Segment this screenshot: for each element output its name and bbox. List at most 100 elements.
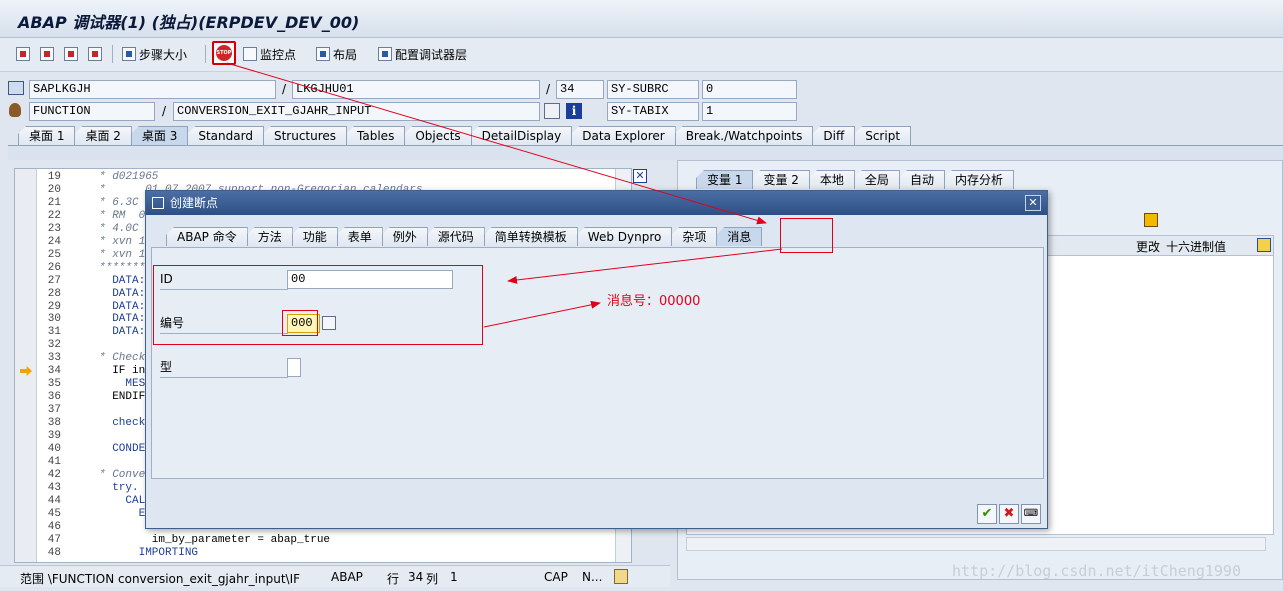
- main-tab-0[interactable]: 桌面 1: [18, 126, 76, 145]
- main-tab-3[interactable]: Standard: [187, 126, 264, 145]
- line-number: 25: [47, 248, 61, 261]
- code-line: * RM 04: [99, 209, 152, 222]
- code-line: * xvn 12: [99, 248, 152, 261]
- function-icon: [9, 103, 21, 117]
- confirm-button[interactable]: ✔: [977, 504, 997, 524]
- keyboard-icon[interactable]: ⌨: [1021, 504, 1041, 524]
- line-number: 19: [47, 171, 61, 183]
- main-tab-1[interactable]: 桌面 2: [74, 126, 132, 145]
- info-icon[interactable]: i: [566, 103, 582, 119]
- line-number: 23: [47, 222, 61, 235]
- line-field[interactable]: 34: [556, 80, 604, 99]
- main-tab-6[interactable]: Objects: [404, 126, 472, 145]
- line-number: 48: [47, 546, 61, 559]
- sy-tabix-label: SY-TABIX: [607, 102, 699, 121]
- caps-indicator: CAP: [544, 570, 568, 584]
- main-tab-2[interactable]: 桌面 3: [130, 126, 189, 145]
- variables-tab-4[interactable]: 自动: [898, 170, 945, 189]
- sy-tabix-value[interactable]: 1: [702, 102, 797, 121]
- column-hex-header[interactable]: 十六进制值: [1166, 238, 1226, 255]
- variables-tab-1[interactable]: 变量 2: [752, 170, 810, 189]
- close-editor-icon[interactable]: ✕: [633, 169, 647, 183]
- event-field[interactable]: CONVERSION_EXIT_GJAHR_INPUT: [173, 102, 540, 121]
- code-line: DATA:: [99, 287, 152, 300]
- code-line: * xvn 13: [99, 235, 152, 248]
- watchpoint-button[interactable]: 监控点: [243, 44, 296, 64]
- variables-tab-0[interactable]: 变量 1: [696, 170, 754, 189]
- horizontal-scrollbar[interactable]: [686, 537, 1266, 551]
- main-tab-11[interactable]: Script: [854, 126, 912, 145]
- create-breakpoint-dialog: 创建断点 ✕ ABAP 命令 方法 功能 表单 例外 源代码 简单转换模板 Web Dynpr…: [145, 190, 1048, 529]
- step-return-button[interactable]: [64, 44, 78, 64]
- main-tab-10[interactable]: Diff: [812, 126, 856, 145]
- line-number: 28: [47, 287, 61, 300]
- sy-subrc-value[interactable]: 0: [702, 80, 797, 99]
- scope-text: 范围 \FUNCTION conversion_exit_gjahr_input…: [20, 572, 301, 586]
- step-into-button[interactable]: [16, 44, 30, 64]
- toolbar-separator: [112, 45, 113, 63]
- program-field[interactable]: SAPLKGJH: [29, 80, 276, 99]
- breakpoint-tab-5[interactable]: 源代码: [426, 227, 485, 246]
- line-number: 32: [47, 339, 61, 352]
- breakpoint-tab-3[interactable]: 表单: [336, 227, 383, 246]
- breakpoint-tab-7[interactable]: Web Dynpro: [576, 227, 673, 246]
- config-layer-label: 配置调试器层: [395, 47, 468, 62]
- save-icon[interactable]: [1144, 213, 1158, 227]
- main-tab-4[interactable]: Structures: [262, 126, 348, 145]
- code-line: * 6.3C: [99, 196, 139, 209]
- step-into-icon: [16, 47, 30, 61]
- column-config-icon[interactable]: [1257, 238, 1271, 252]
- stop-icon: STOP: [216, 45, 232, 61]
- line-number: 33: [47, 352, 61, 365]
- line-number: 37: [47, 404, 61, 417]
- variables-tab-3[interactable]: 全局: [853, 170, 900, 189]
- dialog-close-button[interactable]: ✕: [1025, 195, 1041, 211]
- line-number: 44: [47, 494, 61, 507]
- display-source-icon[interactable]: [544, 103, 560, 119]
- type-input[interactable]: [287, 358, 301, 377]
- continue-button[interactable]: [88, 44, 102, 64]
- document-icon: [243, 47, 257, 61]
- watermark: http://blog.csdn.net/itCheng1990: [952, 562, 1241, 580]
- notes-icon[interactable]: [614, 569, 628, 584]
- code-line: DATA:: [99, 300, 152, 313]
- sy-subrc-label: SY-SUBRC: [607, 80, 699, 99]
- column-label: 列: [426, 572, 439, 586]
- breakpoint-tab-4[interactable]: 例外: [381, 227, 428, 246]
- config-layer-button[interactable]: 配置调试器层: [378, 44, 467, 64]
- layout-button[interactable]: 布局: [316, 44, 357, 64]
- step-over-button[interactable]: [40, 44, 54, 64]
- step-size-button[interactable]: 步骤大小: [122, 44, 187, 64]
- breakpoint-tab-0[interactable]: ABAP 命令: [166, 227, 248, 246]
- line-label: 行: [387, 572, 400, 586]
- breakpoint-tab-6[interactable]: 简单转换模板: [483, 227, 578, 246]
- main-tab-5[interactable]: Tables: [346, 126, 406, 145]
- main-tab-7[interactable]: DetailDisplay: [470, 126, 573, 145]
- include-field[interactable]: LKGJHU01: [292, 80, 540, 99]
- code-line: ENDIF.: [99, 391, 152, 404]
- slash-separator: /: [282, 82, 287, 96]
- line-number: 38: [47, 417, 61, 430]
- step-over-icon: [40, 47, 54, 61]
- line-number: 24: [47, 235, 61, 248]
- variables-tab-5[interactable]: 内存分析: [943, 170, 1014, 189]
- breakpoint-tab-9[interactable]: 消息: [716, 227, 763, 246]
- type-field[interactable]: FUNCTION: [29, 102, 155, 121]
- step-return-icon: [64, 47, 78, 61]
- breakpoint-tab-8[interactable]: 杂项: [671, 227, 718, 246]
- program-icon: [8, 81, 24, 95]
- tabstrip-baseline: [8, 145, 1283, 160]
- code-line: check: [99, 417, 152, 430]
- breakpoint-tab-1[interactable]: 方法: [246, 227, 293, 246]
- breakpoint-tab-2[interactable]: 功能: [291, 227, 338, 246]
- column-number: 1: [450, 570, 458, 584]
- main-tab-8[interactable]: Data Explorer: [571, 126, 676, 145]
- create-breakpoint-button[interactable]: STOP: [212, 41, 236, 65]
- code-line: IF inp: [99, 365, 152, 378]
- main-tab-9[interactable]: Break./Watchpoints: [674, 126, 814, 145]
- cancel-button[interactable]: ✖: [999, 504, 1019, 524]
- line-number: 29: [47, 300, 61, 313]
- column-change-header[interactable]: 更改: [1136, 238, 1160, 255]
- variables-tab-2[interactable]: 本地: [808, 170, 855, 189]
- line-number: 36: [47, 391, 61, 404]
